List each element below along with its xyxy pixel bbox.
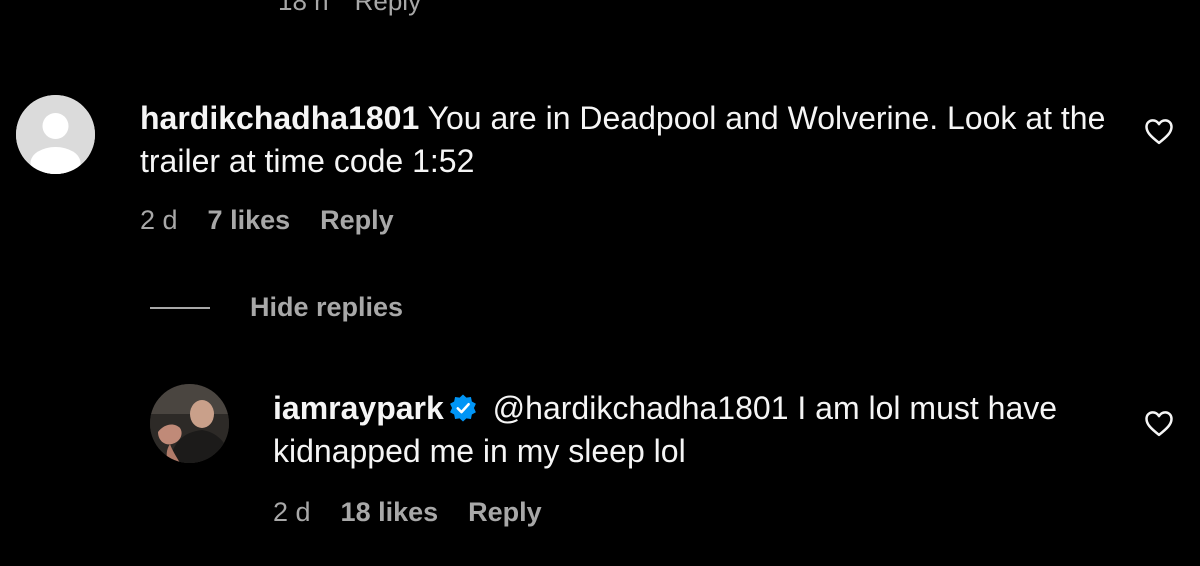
reply-likes[interactable]: 18 likes [341,497,439,527]
previous-comment-reply-button[interactable]: Reply [355,0,421,16]
previous-comment-meta: 18 h Reply [278,0,447,17]
previous-comment-time: 18 h [278,0,329,16]
hide-replies-button[interactable]: Hide replies [150,292,403,323]
verified-badge-icon [448,391,478,422]
comment-body: hardikchadha1801 You are in Deadpool and… [140,97,1130,183]
comment-time[interactable]: 2 d [140,205,178,235]
hide-replies-divider [150,306,210,309]
default-avatar-icon [16,95,95,174]
reply-time[interactable]: 2 d [273,497,311,527]
reply-username[interactable]: iamraypark [273,390,444,426]
comment-meta: 2 d 7 likes Reply [140,205,394,236]
comment-username[interactable]: hardikchadha1801 [140,100,419,136]
hide-replies-label: Hide replies [250,292,404,322]
reply-meta: 2 d 18 likes Reply [273,497,542,528]
reply-reply-button[interactable]: Reply [468,497,542,527]
heart-icon[interactable] [1144,409,1174,437]
avatar[interactable] [16,95,95,174]
comment-reply-button[interactable]: Reply [320,205,394,235]
heart-icon[interactable] [1144,117,1174,145]
avatar[interactable] [150,384,229,463]
user-photo-icon [150,384,229,463]
reply-body: iamraypark @hardikchadha1801 I am lol mu… [273,387,1123,473]
comment-likes[interactable]: 7 likes [208,205,291,235]
